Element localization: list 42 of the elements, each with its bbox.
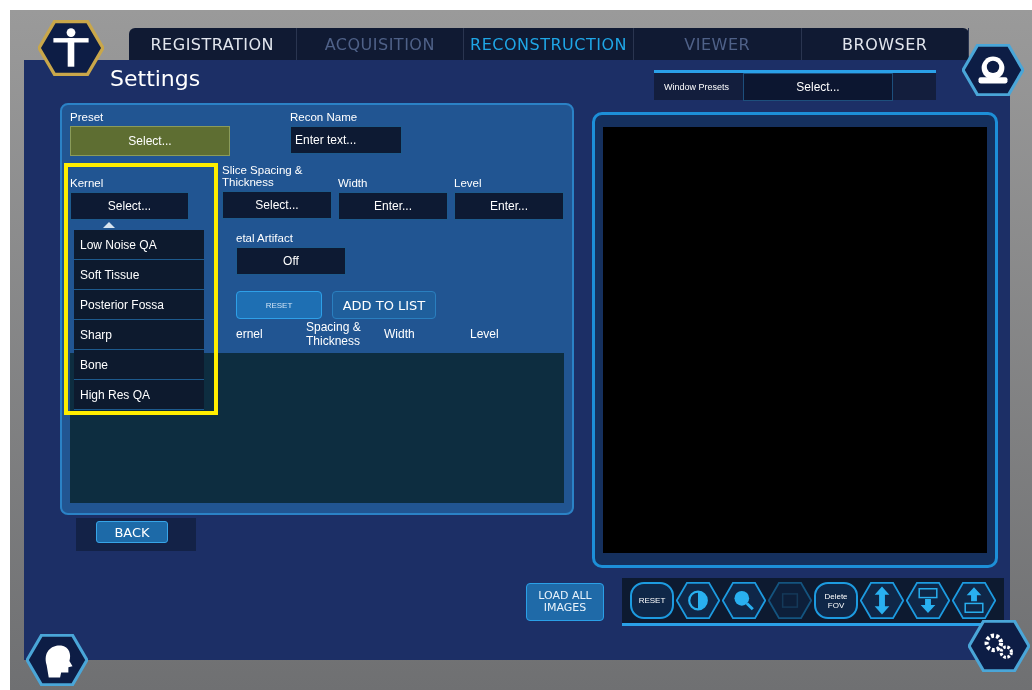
field-label: Slice Spacing & Thickness [222, 164, 304, 188]
level-field[interactable]: Enter... [454, 192, 564, 220]
kernel-dropdown[interactable]: Select... [70, 192, 189, 220]
metal-artifact-dropdown[interactable]: Off [236, 247, 346, 275]
menu-item[interactable]: Low Noise QA [74, 230, 204, 260]
column-header: Spacing & Thickness [306, 320, 362, 348]
field-label: Window Presets [664, 81, 730, 92]
field-label: Kernel [70, 177, 105, 189]
field-label: etal Artifact [236, 232, 294, 244]
preset-dropdown[interactable]: Select... [70, 126, 230, 156]
add-to-list-button[interactable]: ADD TO LIST [332, 291, 436, 319]
slice-spacing-dropdown[interactable]: Select... [222, 191, 332, 219]
field-label: Width [338, 177, 369, 189]
width-field[interactable]: Enter... [338, 192, 448, 220]
contrast-icon[interactable] [676, 582, 720, 619]
search-icon[interactable] [722, 582, 766, 619]
field-label: Preset [70, 111, 105, 123]
menu-item[interactable]: High Res QA [74, 380, 204, 410]
column-header: ernel [236, 327, 264, 341]
arrow-up-box-icon[interactable] [952, 582, 996, 619]
back-button[interactable]: BACK [96, 521, 168, 543]
menu-item[interactable]: Posterior Fossa [74, 290, 204, 320]
load-all-images-button[interactable]: LOAD ALL IMAGES [526, 583, 604, 621]
menu-item[interactable]: Soft Tissue [74, 260, 204, 290]
tool-button[interactable]: Delete FOV [814, 582, 858, 619]
settings-icon[interactable] [968, 620, 1030, 672]
recon-name-field[interactable]: Enter text... [290, 126, 402, 154]
column-header: Width [384, 327, 416, 341]
reset-button[interactable]: RESET [236, 291, 322, 319]
menu-item[interactable]: Bone [74, 350, 204, 380]
page-title: Settings [110, 66, 202, 93]
up-down-arrow-icon[interactable] [860, 582, 904, 619]
human-figure-icon[interactable] [38, 20, 104, 76]
arrow-down-box-icon[interactable] [906, 582, 950, 619]
menu-item[interactable]: Sharp [74, 320, 204, 350]
head-brain-icon[interactable] [26, 634, 88, 686]
dome-camera-icon[interactable] [962, 44, 1024, 96]
window-presets-dropdown[interactable]: Select... [743, 72, 894, 101]
column-header: Level [470, 327, 499, 341]
tool-button[interactable]: RESET [630, 582, 674, 619]
field-label: Recon Name [290, 111, 359, 123]
field-label: Level [454, 177, 483, 189]
